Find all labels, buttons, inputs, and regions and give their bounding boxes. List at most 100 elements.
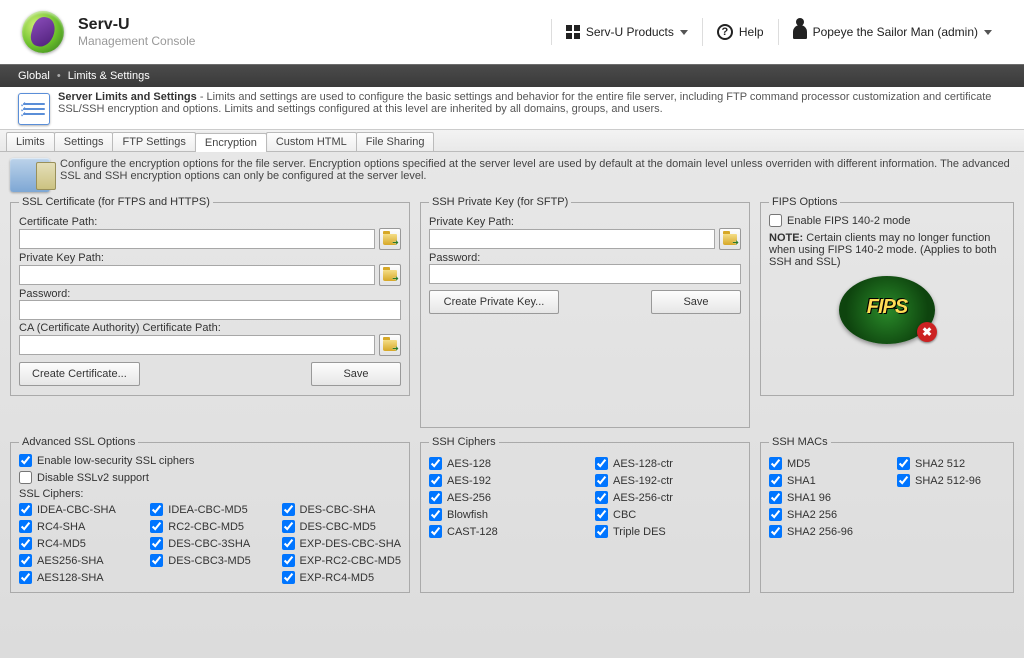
main-panel: Configure the encryption options for the… <box>0 152 1024 658</box>
ssl-save-button[interactable]: Save <box>311 362 401 386</box>
ssl-cipher-rc2-cbc-md5[interactable]: RC2-CBC-MD5 <box>150 520 261 533</box>
ssh-mac-sha2-256-96[interactable]: SHA2 256-96 <box>769 525 877 538</box>
ssl-ciphers-grid: IDEA-CBC-SHA IDEA-CBC-MD5 DES-CBC-SHA RC4-S… <box>19 503 401 584</box>
ssl-cert-legend: SSL Certificate (for FTPS and HTTPS) <box>19 196 213 208</box>
low-security-checkbox[interactable]: Enable low-security SSL ciphers <box>19 454 401 467</box>
browse-ca-button[interactable] <box>379 334 401 356</box>
app-subtitle: Management Console <box>78 34 195 48</box>
ssl-cipher-idea-cbc-md5[interactable]: IDEA-CBC-MD5 <box>150 503 261 516</box>
enable-fips-checkbox[interactable]: Enable FIPS 140-2 mode <box>769 214 1005 227</box>
ssh-cipher-aes-192[interactable]: AES-192 <box>429 474 575 487</box>
tab-ftp-settings[interactable]: FTP Settings <box>112 132 195 151</box>
cert-path-label: Certificate Path: <box>19 216 401 228</box>
ssl-cipher-aes256-sha[interactable]: AES256-SHA <box>19 554 130 567</box>
ssh-cipher-aes-128[interactable]: AES-128 <box>429 457 575 470</box>
intro-row: Configure the encryption options for the… <box>10 158 1014 192</box>
ssl-cipher-rc4-md5[interactable]: RC4-MD5 <box>19 537 130 550</box>
ssl-password-label: Password: <box>19 288 401 300</box>
breadcrumb-page[interactable]: Limits & Settings <box>68 70 150 82</box>
ssl-cipher-rc4-sha[interactable]: RC4-SHA <box>19 520 130 533</box>
cert-path-input[interactable] <box>19 229 375 249</box>
tab-file-sharing[interactable]: File Sharing <box>356 132 435 151</box>
ssh-cipher-cast-128[interactable]: CAST-128 <box>429 525 575 538</box>
ssh-ciphers-legend: SSH Ciphers <box>429 436 499 448</box>
browse-sshkey-button[interactable] <box>719 228 741 250</box>
ssl-cipher-exp-rc4-md5[interactable]: EXP-RC4-MD5 <box>282 571 401 584</box>
ssl-certificate-group: SSL Certificate (for FTPS and HTTPS) Cer… <box>10 196 410 396</box>
ssh-private-key-group: SSH Private Key (for SFTP) Private Key P… <box>420 196 750 428</box>
ssh-password-input[interactable] <box>429 264 741 284</box>
ssh-mac-sha2-512[interactable]: SHA2 512 <box>897 457 1005 470</box>
ssh-macs-group: SSH MACs MD5 SHA2 512 SHA1 SHA2 512-96 SHA1 … <box>760 436 1014 593</box>
fips-options-group: FIPS Options Enable FIPS 140-2 mode NOTE… <box>760 196 1014 396</box>
disable-sslv2-checkbox[interactable]: Disable SSLv2 support <box>19 471 401 484</box>
browse-cert-button[interactable] <box>379 228 401 250</box>
ssh-mac-md5[interactable]: MD5 <box>769 457 877 470</box>
ssl-cipher-idea-cbc-sha[interactable]: IDEA-CBC-SHA <box>19 503 130 516</box>
ssl-cipher-des-cbc3-md5[interactable]: DES-CBC3-MD5 <box>150 554 261 567</box>
ssh-cipher-cbc[interactable]: CBC <box>595 508 741 521</box>
ssl-password-input[interactable] <box>19 300 401 320</box>
help-icon: ? <box>717 24 733 40</box>
tab-limits[interactable]: Limits <box>6 132 55 151</box>
intro-text: Configure the encryption options for the… <box>60 158 1014 192</box>
ca-path-input[interactable] <box>19 335 375 355</box>
folder-icon <box>383 234 397 245</box>
ssh-path-input[interactable] <box>429 229 715 249</box>
ssl-cipher-aes128-sha[interactable]: AES128-SHA <box>19 571 130 584</box>
help-label: Help <box>739 25 764 39</box>
priv-key-label: Private Key Path: <box>19 252 401 264</box>
ssh-mac-sha2-256[interactable]: SHA2 256 <box>769 508 877 521</box>
folder-icon <box>723 234 737 245</box>
ssh-password-label: Password: <box>429 252 741 264</box>
fips-legend: FIPS Options <box>769 196 840 208</box>
app-header: Serv-U Management Console Serv-U Product… <box>0 0 1024 65</box>
ssh-cipher-blowfish[interactable]: Blowfish <box>429 508 575 521</box>
ssl-cipher-des-cbc-3sha[interactable]: DES-CBC-3SHA <box>150 537 261 550</box>
products-label: Serv-U Products <box>586 25 674 39</box>
ssh-macs-legend: SSH MACs <box>769 436 831 448</box>
ssh-cipher-aes-256[interactable]: AES-256 <box>429 491 575 504</box>
user-label: Popeye the Sailor Man (admin) <box>813 25 978 39</box>
ssh-mac-sha2-512-96[interactable]: SHA2 512-96 <box>897 474 1005 487</box>
folder-icon <box>383 340 397 351</box>
breadcrumb-root[interactable]: Global <box>18 70 50 82</box>
ssl-cipher-exp-des-cbc-sha[interactable]: EXP-DES-CBC-SHA <box>282 537 401 550</box>
ca-path-label: CA (Certificate Authority) Certificate P… <box>19 322 401 334</box>
ssh-mac-sha1[interactable]: SHA1 <box>769 474 877 487</box>
ssh-cipher-aes-192-ctr[interactable]: AES-192-ctr <box>595 474 741 487</box>
ssl-cipher-des-cbc-sha[interactable]: DES-CBC-SHA <box>282 503 401 516</box>
priv-key-input[interactable] <box>19 265 375 285</box>
logo-icon <box>22 11 64 53</box>
ssh-ciphers-grid: AES-128 AES-128-ctr AES-192 AES-192-ctr AES-… <box>429 457 741 538</box>
app-title: Serv-U <box>78 16 195 34</box>
ssl-cipher-des-cbc-md5[interactable]: DES-CBC-MD5 <box>282 520 401 533</box>
user-icon <box>793 25 807 39</box>
chevron-down-icon <box>680 30 688 35</box>
ssl-cipher-exp-rc2-cbc-md5[interactable]: EXP-RC2-CBC-MD5 <box>282 554 401 567</box>
fips-note: NOTE: Certain clients may no longer func… <box>769 232 1005 268</box>
adv-ssl-legend: Advanced SSL Options <box>19 436 138 448</box>
tab-encryption[interactable]: Encryption <box>195 133 267 152</box>
settings-list-icon <box>18 93 50 125</box>
help-link[interactable]: ? Help <box>702 18 778 46</box>
ssh-macs-grid: MD5 SHA2 512 SHA1 SHA2 512-96 SHA1 96 SHA2 25… <box>769 457 1005 538</box>
ssh-save-button[interactable]: Save <box>651 290 741 314</box>
chevron-down-icon <box>984 30 992 35</box>
page-description: Server Limits and Settings - Limits and … <box>0 87 1024 130</box>
ssh-cipher-aes-256-ctr[interactable]: AES-256-ctr <box>595 491 741 504</box>
tab-custom-html[interactable]: Custom HTML <box>266 132 357 151</box>
products-menu[interactable]: Serv-U Products <box>551 19 702 45</box>
tab-strip: LimitsSettingsFTP SettingsEncryptionCust… <box>0 130 1024 152</box>
create-private-key-button[interactable]: Create Private Key... <box>429 290 559 314</box>
tab-settings[interactable]: Settings <box>54 132 114 151</box>
ssh-cipher-triple-des[interactable]: Triple DES <box>595 525 741 538</box>
folder-icon <box>383 270 397 281</box>
breadcrumb: Global • Limits & Settings <box>0 65 1024 87</box>
create-certificate-button[interactable]: Create Certificate... <box>19 362 140 386</box>
browse-privkey-button[interactable] <box>379 264 401 286</box>
ssh-cipher-aes-128-ctr[interactable]: AES-128-ctr <box>595 457 741 470</box>
ssh-mac-sha1-96[interactable]: SHA1 96 <box>769 491 877 504</box>
apps-icon <box>566 25 580 39</box>
user-menu[interactable]: Popeye the Sailor Man (admin) <box>778 19 1006 45</box>
